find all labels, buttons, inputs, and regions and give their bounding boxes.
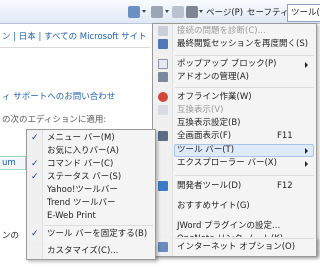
chevron-down-icon[interactable] (142, 10, 146, 13)
submenu-item-status-bar[interactable]: ✓ ステータス バー(S) (27, 171, 155, 184)
submenu-item-menu-bar[interactable]: ✓ メニュー バー(M) (27, 132, 155, 145)
check-icon: ✓ (31, 159, 39, 169)
feeds-icon[interactable] (151, 6, 163, 18)
submenu-item-command-bar[interactable]: ✓ コマンド バー(C) (27, 158, 155, 171)
menu-item-full-screen[interactable]: 全画面表示(F) F11 (153, 130, 316, 143)
tools-menu: 接続の問題を診断(C)... 最終閲覧セッションを再度開く(S) ポップアップ … (152, 23, 317, 257)
toolbars-submenu: ✓ メニュー バー(M) お気に入りバー(A) ✓ コマンド バー(C) ✓ ス… (26, 129, 156, 246)
addons-icon (158, 72, 168, 82)
submenu-arrow-icon (305, 161, 308, 167)
page-menu-button[interactable]: ページ(P) (206, 6, 243, 20)
print-icon[interactable] (186, 6, 198, 18)
site-nav-links[interactable]: ン | 日本 | すべての Microsoft サイト (2, 30, 147, 42)
command-bar: ページ(P) セーフティ(S) ツール(O) (0, 0, 320, 24)
submenu-item-lock-toolbars[interactable]: ✓ ツール バーを固定する(B) (27, 228, 155, 241)
diagnose-icon (158, 26, 168, 36)
menu-item-compat-settings[interactable]: 互換表示設定(B) (153, 117, 316, 130)
submenu-arrow-icon (305, 62, 308, 68)
bottom-text: ンの (2, 231, 20, 241)
submenu-item-yahoo-toolbar[interactable]: Yahoo!ツールバー (27, 184, 155, 197)
separator (175, 175, 314, 176)
check-icon: ✓ (31, 172, 39, 182)
submenu-item-trend-toolbar[interactable]: Trend ツールバー (27, 197, 155, 210)
check-icon: ✓ (31, 133, 39, 143)
popup-blocker-icon (158, 59, 168, 69)
menu-item-work-offline[interactable]: オフライン作業(W) (153, 91, 316, 104)
dev-tools-icon (158, 181, 168, 191)
submenu-item-eweb-print[interactable]: E-Web Print (27, 210, 155, 223)
separator (45, 225, 153, 226)
menu-item-popup-blocker[interactable]: ポップアップ ブロック(P) (153, 58, 316, 71)
support-link[interactable]: ィ サポートへのお問い合わせ (2, 90, 115, 102)
menu-item-reopen-session[interactable]: 最終閲覧セッションを再度開く(S) (153, 38, 316, 51)
edition-text: の次のエディションに適用: (2, 115, 107, 125)
mail-icon[interactable] (172, 6, 184, 18)
divider (0, 47, 150, 48)
menu-item-explorer-bars[interactable]: エクスプローラー バー(X) (153, 157, 316, 170)
menu-item-diagnose[interactable]: 接続の問題を診断(C)... (153, 25, 316, 38)
full-screen-icon (158, 131, 168, 141)
chevron-down-icon[interactable] (199, 10, 203, 13)
internet-options-icon (158, 242, 168, 252)
submenu-item-customize[interactable]: カスタマイズ(C)... (27, 245, 155, 258)
tools-menu-button[interactable]: ツール(O) (287, 4, 320, 22)
chevron-down-icon[interactable] (165, 10, 169, 13)
separator (175, 55, 314, 56)
menu-item-toolbars[interactable]: ツール バー(T) (153, 144, 316, 157)
product-text[interactable]: um (2, 158, 16, 168)
home-icon[interactable] (128, 6, 140, 18)
offline-icon (158, 92, 168, 102)
reopen-icon (158, 39, 168, 49)
separator (175, 87, 314, 88)
separator (175, 238, 314, 239)
menu-item-internet-options[interactable]: インターネット オプション(O) (153, 241, 316, 254)
tools-menu-footer: インターネット オプション(O) (152, 237, 317, 257)
submenu-item-favorites-bar[interactable]: お気に入りバー(A) (27, 145, 155, 158)
submenu-arrow-icon (305, 148, 308, 154)
menu-item-compat-view[interactable]: 互換表示(V) (153, 104, 316, 117)
check-icon: ✓ (31, 229, 39, 239)
menu-item-manage-addons[interactable]: アドオンの管理(A) (153, 71, 316, 84)
toolbars-submenu-footer: カスタマイズ(C)... (26, 245, 156, 260)
menu-item-suggested-sites[interactable]: おすすめサイト(G) (153, 200, 316, 213)
menu-item-jword-settings[interactable]: JWord プラグインの設定... (153, 220, 316, 233)
menu-item-dev-tools[interactable]: 開発者ツール(D) F12 (153, 180, 316, 193)
compat-view-icon (158, 105, 168, 115)
